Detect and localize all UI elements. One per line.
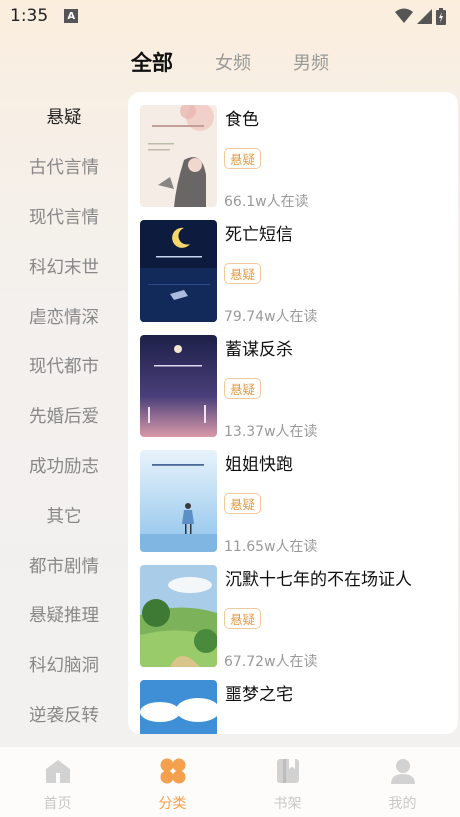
notification-a-icon: A bbox=[64, 9, 79, 23]
reader-count: 67.72w人在读 bbox=[224, 654, 318, 670]
sidebar-item-angst-romance[interactable]: 虐恋情深 bbox=[0, 291, 128, 341]
sidebar-item-suspense[interactable]: 悬疑 bbox=[0, 92, 128, 142]
book-cover bbox=[140, 335, 217, 437]
sidebar-item-scifi-apocalypse[interactable]: 科幻末世 bbox=[0, 241, 128, 291]
book-cover bbox=[140, 565, 217, 667]
sidebar-item-mystery[interactable]: 悬疑推理 bbox=[0, 590, 128, 640]
book-title: 食色 bbox=[225, 110, 259, 130]
book-title: 噩梦之宅 bbox=[225, 685, 293, 705]
list-item[interactable]: 蓄谋反杀 悬疑 13.37w人在读 bbox=[140, 335, 446, 440]
nav-bookshelf-label: 书架 bbox=[273, 796, 302, 812]
list-item[interactable]: 食色 悬疑 66.1w人在读 bbox=[140, 105, 446, 210]
nav-category-label: 分类 bbox=[158, 796, 187, 812]
status-icons bbox=[395, 7, 446, 25]
sidebar-item-success[interactable]: 成功励志 bbox=[0, 441, 128, 491]
list-item[interactable]: 姐姐快跑 悬疑 11.65w人在读 bbox=[140, 450, 446, 555]
nav-profile[interactable]: 我的 bbox=[345, 747, 460, 817]
genre-badge: 悬疑 bbox=[224, 493, 262, 514]
list-item[interactable]: 噩梦之宅 bbox=[140, 680, 446, 734]
book-cover bbox=[140, 105, 217, 207]
signal-icon bbox=[417, 8, 432, 24]
bookshelf-icon bbox=[276, 759, 299, 783]
book-title: 沉默十七年的不在场证人 bbox=[225, 570, 412, 590]
book-cover bbox=[140, 450, 217, 552]
list-item[interactable]: 沉默十七年的不在场证人 悬疑 67.72w人在读 bbox=[140, 565, 446, 670]
book-title: 死亡短信 bbox=[225, 225, 293, 245]
sidebar-item-modern-urban[interactable]: 现代都市 bbox=[0, 341, 128, 391]
tab-male[interactable]: 男频 bbox=[291, 49, 331, 75]
gender-tabs: 全部 女频 男频 bbox=[0, 42, 460, 82]
nav-home[interactable]: 首页 bbox=[0, 747, 115, 817]
nav-home-label: 首页 bbox=[43, 796, 72, 812]
sidebar-item-other[interactable]: 其它 bbox=[0, 490, 128, 540]
tab-all[interactable]: 全部 bbox=[129, 47, 175, 77]
wifi-icon bbox=[395, 8, 413, 23]
category-icon bbox=[160, 758, 185, 784]
reader-count: 11.65w人在读 bbox=[224, 539, 318, 555]
profile-icon bbox=[390, 759, 415, 784]
battery-icon bbox=[436, 7, 446, 25]
book-cover bbox=[140, 220, 217, 322]
category-sidebar: 悬疑 古代言情 现代言情 科幻末世 虐恋情深 现代都市 先婚后爱 成功励志 其它… bbox=[0, 92, 128, 742]
sidebar-item-ancient-romance[interactable]: 古代言情 bbox=[0, 142, 128, 192]
sidebar-item-urban-drama[interactable]: 都市剧情 bbox=[0, 540, 128, 590]
reader-count: 13.37w人在读 bbox=[224, 424, 318, 440]
reader-count: 66.1w人在读 bbox=[224, 194, 309, 210]
book-cover bbox=[140, 680, 217, 734]
sidebar-item-marriage-first[interactable]: 先婚后爱 bbox=[0, 391, 128, 441]
nav-bookshelf[interactable]: 书架 bbox=[230, 747, 345, 817]
genre-badge: 悬疑 bbox=[224, 263, 262, 284]
list-item[interactable]: 死亡短信 悬疑 79.74w人在读 bbox=[140, 220, 446, 325]
book-title: 姐姐快跑 bbox=[225, 455, 293, 475]
genre-badge: 悬疑 bbox=[224, 148, 262, 169]
status-time: 1:35 bbox=[10, 6, 49, 26]
genre-badge: 悬疑 bbox=[224, 608, 262, 629]
nav-category[interactable]: 分类 bbox=[115, 747, 230, 817]
sidebar-item-modern-romance[interactable]: 现代言情 bbox=[0, 192, 128, 242]
home-icon bbox=[45, 760, 70, 783]
tab-female[interactable]: 女频 bbox=[213, 49, 253, 75]
bottom-nav: 首页 分类 书架 我的 bbox=[0, 747, 460, 817]
book-title: 蓄谋反杀 bbox=[225, 340, 293, 360]
nav-profile-label: 我的 bbox=[388, 796, 417, 812]
genre-badge: 悬疑 bbox=[224, 378, 262, 399]
book-list: 食色 悬疑 66.1w人在读 死亡短信 悬疑 79.74w人在读 蓄谋反杀 悬疑… bbox=[128, 92, 458, 734]
reader-count: 79.74w人在读 bbox=[224, 309, 318, 325]
sidebar-item-comeback[interactable]: 逆袭反转 bbox=[0, 690, 128, 740]
sidebar-item-scifi-fantasy[interactable]: 科幻脑洞 bbox=[0, 640, 128, 690]
status-bar: 1:35 A bbox=[0, 0, 460, 32]
